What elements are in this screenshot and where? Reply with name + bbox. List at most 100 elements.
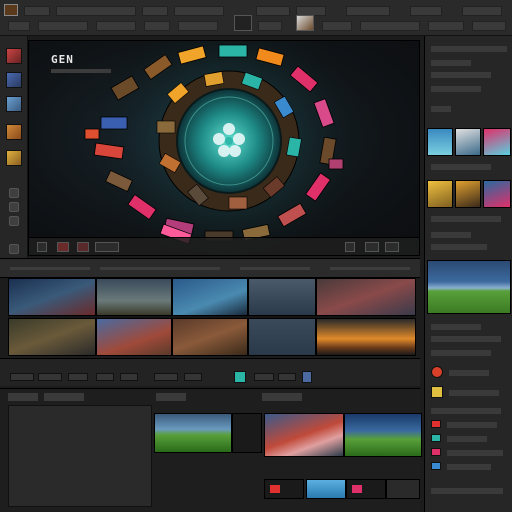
layer-icon[interactable]	[234, 15, 252, 31]
left-thumb-3[interactable]	[6, 96, 22, 112]
main-viewer[interactable]: GEN	[28, 40, 420, 256]
timeline-strip[interactable]	[0, 258, 420, 278]
menu-segment-1[interactable]	[24, 6, 50, 16]
pink-marker-icon[interactable]	[352, 485, 362, 493]
tool-row-box-4[interactable]	[96, 373, 114, 381]
viewer-btn-5[interactable]	[345, 242, 355, 252]
bottom-header-4	[262, 393, 302, 401]
menu-segment-7[interactable]	[346, 6, 390, 16]
apple-icon[interactable]	[431, 366, 443, 378]
tool-row-box-6[interactable]	[154, 373, 178, 381]
media-thumb-2[interactable]	[96, 278, 172, 316]
viewer-btn-3[interactable]	[77, 242, 89, 252]
right-row-5	[431, 164, 491, 170]
viewer-btn-6[interactable]	[365, 242, 379, 252]
landscape-preview[interactable]	[427, 260, 511, 314]
left-thumb-2[interactable]	[6, 72, 22, 88]
menu-segment-2[interactable]	[56, 6, 136, 16]
right-thumb-1[interactable]	[427, 128, 453, 156]
tool-segment-4[interactable]	[144, 21, 170, 31]
tool-segment-8[interactable]	[360, 21, 420, 31]
bottom-tile-2[interactable]	[232, 413, 262, 453]
color-swatch-icon[interactable]	[234, 371, 246, 383]
right-thumb-5[interactable]	[455, 180, 481, 208]
tool-row-box-7[interactable]	[184, 373, 202, 381]
bottom-tile-3[interactable]	[264, 413, 344, 457]
media-thumb-4[interactable]	[248, 278, 316, 316]
viewer-btn-4[interactable]	[95, 242, 119, 252]
tool-segment-3[interactable]	[96, 21, 136, 31]
left-thumb-5[interactable]	[6, 150, 22, 166]
media-thumb-3[interactable]	[172, 278, 248, 316]
zoom-tool-icon[interactable]	[9, 216, 19, 226]
brush-tool-icon[interactable]	[9, 188, 19, 198]
tool-row-box-3[interactable]	[68, 373, 88, 381]
tool-row-box-1[interactable]	[10, 373, 34, 381]
menu-segment-4[interactable]	[174, 6, 224, 16]
tool-row-box-2[interactable]	[38, 373, 62, 381]
right-thumb-3[interactable]	[483, 128, 511, 156]
right-row-1[interactable]	[431, 60, 471, 66]
media-thumb-5[interactable]	[316, 278, 416, 316]
left-thumb-1[interactable]	[6, 48, 22, 64]
tool-segment-1[interactable]	[8, 21, 30, 31]
right-row-3[interactable]	[431, 86, 481, 92]
tool-segment-9[interactable]	[428, 21, 464, 31]
empty-panel[interactable]	[8, 405, 152, 507]
portal-artwork	[79, 41, 379, 255]
right-thumb-6[interactable]	[483, 180, 511, 208]
settings-tool-icon[interactable]	[9, 244, 19, 254]
bottom-tile-8[interactable]	[386, 479, 420, 499]
bottom-tile-1[interactable]	[154, 413, 232, 453]
app-logo-icon[interactable]	[4, 4, 18, 16]
layer-chip-4[interactable]	[431, 462, 441, 470]
menu-segment-5[interactable]	[256, 6, 290, 16]
right-thumb-4[interactable]	[427, 180, 453, 208]
media-thumb-8[interactable]	[172, 318, 248, 356]
layer-chip-2[interactable]	[431, 434, 441, 442]
right-row-7	[431, 232, 471, 238]
menu-segment-9[interactable]	[462, 6, 502, 16]
timeline-track-4	[330, 267, 410, 270]
media-thumb-1[interactable]	[8, 278, 96, 316]
tool-segment-7[interactable]	[322, 21, 352, 31]
right-row-4[interactable]	[431, 106, 451, 112]
tool-segment-10[interactable]	[472, 21, 506, 31]
right-row-13	[449, 390, 499, 396]
right-row-19	[431, 488, 503, 494]
bottom-tile-6[interactable]	[306, 479, 346, 499]
layer-chip-1[interactable]	[431, 420, 441, 428]
red-marker-icon[interactable]	[270, 485, 280, 493]
tool-row-box-8[interactable]	[254, 373, 274, 381]
tool-segment-6[interactable]	[258, 21, 282, 31]
move-tool-icon[interactable]	[9, 202, 19, 212]
bottom-header-2	[44, 393, 84, 401]
viewer-btn-1[interactable]	[37, 242, 47, 252]
viewer-btn-7[interactable]	[385, 242, 399, 252]
menu-segment-8[interactable]	[410, 6, 442, 16]
tool-row-box-9[interactable]	[278, 373, 296, 381]
right-row-2[interactable]	[431, 72, 491, 78]
tool-segment-2[interactable]	[38, 21, 88, 31]
bottom-panel	[0, 388, 422, 512]
layer-chip-3[interactable]	[431, 448, 441, 456]
media-thumb-10[interactable]	[316, 318, 416, 356]
media-thumb-9[interactable]	[248, 318, 316, 356]
media-thumb-6[interactable]	[8, 318, 96, 356]
tool-row-box-5[interactable]	[120, 373, 138, 381]
viewer-btn-2[interactable]	[57, 242, 69, 252]
timeline-track-2	[100, 267, 220, 270]
timeline-track-3	[240, 267, 310, 270]
menu-segment-3[interactable]	[142, 6, 168, 16]
right-header	[431, 46, 507, 52]
tool-segment-5[interactable]	[178, 21, 218, 31]
bottom-tile-4[interactable]	[344, 413, 422, 457]
star-icon[interactable]	[431, 386, 443, 398]
media-thumb-7[interactable]	[96, 318, 172, 356]
right-thumb-2[interactable]	[455, 128, 481, 156]
viewer-controls	[29, 237, 419, 255]
tool-row-icon[interactable]	[302, 371, 312, 383]
image-thumb-icon[interactable]	[296, 15, 314, 31]
timeline-track-1	[10, 267, 90, 270]
left-thumb-4[interactable]	[6, 124, 22, 140]
